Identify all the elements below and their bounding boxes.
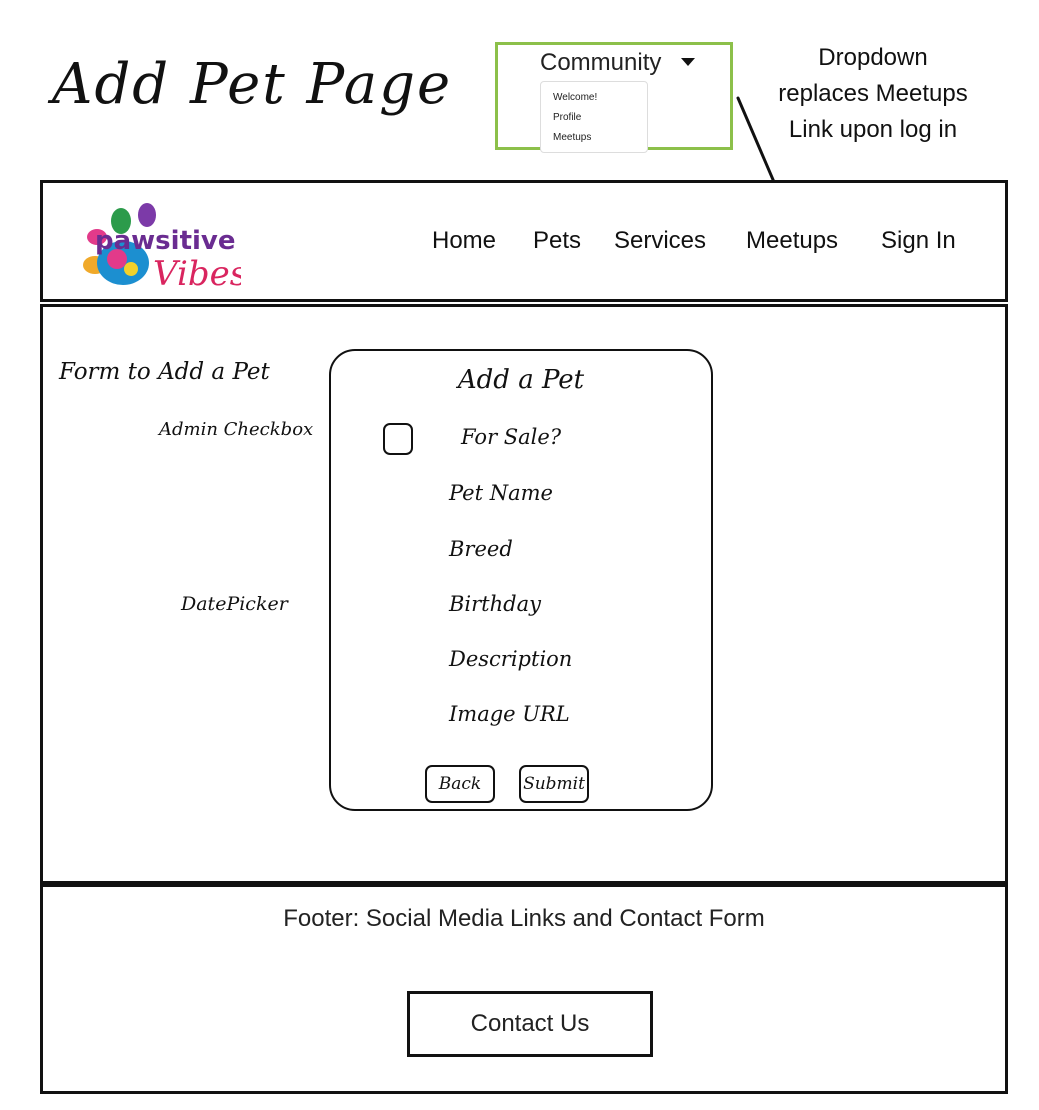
image-url-field[interactable]: Image URL [449,702,570,726]
datepicker-annotation: DatePicker [181,593,288,615]
paw-logo-icon[interactable]: pawsitive Vibes [61,193,241,298]
submit-button[interactable]: Submit [519,765,589,803]
main-content: Form to Add a Pet Admin Checkbox DatePic… [40,304,1008,884]
add-pet-form: Add a Pet For Sale? Pet Name Breed Birth… [329,349,713,811]
back-button[interactable]: Back [425,765,495,803]
description-field[interactable]: Description [449,647,572,671]
section-label: Form to Add a Pet [59,359,270,385]
logo-text-pawsitive: pawsitive [95,226,236,256]
nav-sign-in[interactable]: Sign In [881,227,956,255]
nav-services[interactable]: Services [614,227,706,255]
footer-description: Footer: Social Media Links and Contact F… [283,905,765,932]
site-footer: Footer: Social Media Links and Contact F… [40,884,1008,1094]
admin-checkbox-annotation: Admin Checkbox [159,419,314,440]
form-title: Add a Pet [457,365,585,395]
nav-home[interactable]: Home [432,227,496,255]
pet-name-field[interactable]: Pet Name [449,481,553,505]
site-header: pawsitive Vibes Home Pets Services Meetu… [40,180,1008,302]
nav-pets[interactable]: Pets [533,227,581,255]
nav-meetups[interactable]: Meetups [746,227,838,255]
breed-field[interactable]: Breed [449,537,513,561]
for-sale-label: For Sale? [461,425,562,449]
contact-us-button[interactable]: Contact Us [407,991,653,1057]
logo-text-vibes: Vibes [153,254,241,294]
for-sale-checkbox[interactable] [383,423,413,455]
birthday-datepicker[interactable]: Birthday [449,592,541,616]
